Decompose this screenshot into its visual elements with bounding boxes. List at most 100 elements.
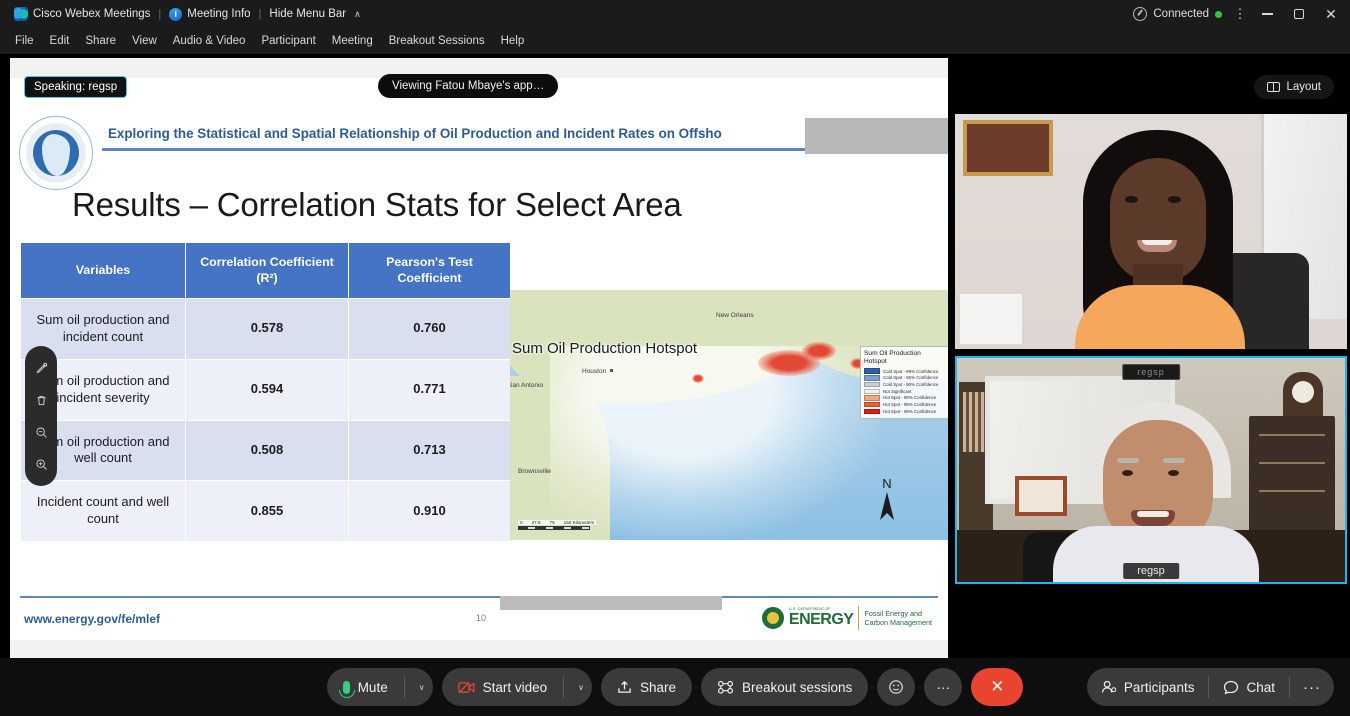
slide-footer-url: www.energy.gov/fe/mlef: [24, 612, 160, 626]
emoji-icon: [888, 679, 904, 695]
mute-button[interactable]: Mute ∨: [327, 668, 433, 706]
presentation-slide: Exploring the Statistical and Spatial Re…: [10, 78, 948, 640]
window-controls: Connected ⋮ ✕: [1133, 1, 1346, 27]
zoom-in-icon[interactable]: [31, 454, 51, 474]
legend-swatch: [864, 389, 880, 395]
video-divider: [563, 676, 564, 698]
slide-banner-title: Exploring the Statistical and Spatial Re…: [108, 126, 868, 141]
table-cell-pearson: 0.713: [349, 420, 511, 481]
legend-swatch: [864, 368, 880, 374]
shared-content-stage[interactable]: Exploring the Statistical and Spatial Re…: [10, 58, 948, 658]
legend-label: Cold Spot - 95% Confidence: [883, 375, 938, 380]
map-hotspot-cluster: [692, 374, 704, 383]
participants-icon: [1101, 680, 1117, 694]
video-background: [957, 358, 1345, 582]
mute-label: Mute: [358, 680, 388, 695]
legend-entry: Hot Spot - 95% Confidence: [864, 402, 948, 408]
chat-label: Chat: [1246, 680, 1275, 695]
menu-share[interactable]: Share: [77, 31, 124, 51]
menu-meeting[interactable]: Meeting: [324, 31, 381, 51]
menu-audio-video[interactable]: Audio & Video: [165, 31, 254, 51]
annotate-icon[interactable]: [31, 358, 51, 378]
map-legend-title: Sum Oil ProductionHotspot: [864, 350, 948, 366]
viewing-indicator: Viewing Fatou Mbaye's app…: [378, 74, 558, 98]
video-chevron-down-icon[interactable]: ∨: [578, 683, 584, 692]
annotation-tool-rail[interactable]: [25, 346, 57, 486]
table-header-row: Variables Correlation Coefficient (R²) P…: [21, 243, 511, 299]
table-row: Incident count and well count 0.855 0.91…: [21, 481, 511, 542]
primary-controls: Mute ∨ Start video ∨ Share: [327, 668, 1024, 706]
share-button[interactable]: Share: [601, 668, 692, 706]
legend-entry: Cold Spot - 95% Confidence: [864, 375, 948, 381]
map-city-label: San Antonio: [510, 382, 543, 389]
connection-status[interactable]: Connected: [1133, 7, 1222, 21]
slide-heading: Results – Correlation Stats for Select A…: [72, 186, 892, 224]
menu-view[interactable]: View: [124, 31, 165, 51]
meeting-info-button[interactable]: i Meeting Info: [163, 3, 256, 25]
window-more-button[interactable]: ⋮: [1230, 1, 1250, 27]
doe-seal-icon: [762, 607, 784, 629]
menu-file[interactable]: File: [7, 31, 42, 51]
secondary-controls: Participants Chat ···: [1087, 668, 1334, 706]
minimize-button[interactable]: [1252, 1, 1282, 27]
video-tile-active-speaker[interactable]: regsp regsp: [955, 356, 1347, 584]
menu-breakout-sessions[interactable]: Breakout Sessions: [381, 31, 493, 51]
table-row: Sum oil production and well count 0.508 …: [21, 420, 511, 481]
legend-swatch: [864, 402, 880, 408]
chevron-up-icon: ∧: [354, 9, 361, 20]
mute-divider: [404, 676, 405, 698]
meeting-info-label: Meeting Info: [187, 8, 250, 20]
breakout-sessions-button[interactable]: Breakout sessions: [701, 668, 868, 706]
app-title: Cisco Webex Meetings: [8, 3, 156, 25]
hide-menu-bar-label: Hide Menu Bar: [269, 8, 346, 20]
correlation-stats-table: Variables Correlation Coefficient (R²) P…: [20, 242, 511, 542]
video-tile-participant[interactable]: [955, 114, 1347, 349]
north-arrow-icon: [878, 491, 896, 521]
map-title: Sum Oil Production Hotspot: [512, 340, 697, 357]
north-label: N: [878, 476, 896, 491]
more-options-button[interactable]: ···: [924, 668, 962, 706]
trash-icon[interactable]: [31, 390, 51, 410]
menu-edit[interactable]: Edit: [42, 31, 78, 51]
reactions-button[interactable]: [877, 668, 915, 706]
doe-energy-wordmark: U.S. DEPARTMENT OF ENERGY: [789, 608, 854, 628]
render-artifact: [500, 596, 722, 610]
map-city-label: New Orleans: [716, 312, 754, 319]
mute-chevron-down-icon[interactable]: ∨: [419, 683, 425, 692]
table-cell-r2: 0.594: [186, 359, 349, 420]
participants-button[interactable]: Participants: [1087, 680, 1209, 695]
legend-label: Hot Spot - 95% Confidence: [883, 402, 936, 407]
window-title-bar: Cisco Webex Meetings | i Meeting Info | …: [0, 0, 1350, 28]
legend-swatch: [864, 395, 880, 401]
end-meeting-button[interactable]: ✕: [971, 668, 1023, 706]
chat-icon: [1223, 680, 1239, 695]
chat-button[interactable]: Chat: [1209, 680, 1289, 695]
right-more-button[interactable]: ···: [1290, 679, 1334, 696]
slide-footer-divider: [20, 596, 938, 599]
slide-page-number: 10: [476, 613, 486, 623]
legend-entry: Hot Spot - 99% Confidence: [864, 409, 948, 415]
legend-entry: Not Significant: [864, 389, 948, 395]
legend-swatch: [864, 409, 880, 415]
legend-swatch: [864, 375, 880, 381]
close-button[interactable]: ✕: [1316, 1, 1346, 27]
table-header-pearson-coefficient: Pearson's Test Coefficient: [349, 243, 511, 299]
hide-menu-bar-button[interactable]: Hide Menu Bar ∧: [263, 3, 366, 25]
participant-mouth: [1137, 240, 1177, 252]
scalebar-label: 75: [550, 520, 555, 525]
menu-help[interactable]: Help: [493, 31, 533, 51]
layout-button[interactable]: Layout: [1254, 75, 1334, 99]
menu-bar: File Edit Share View Audio & Video Parti…: [0, 28, 1350, 54]
menu-participant[interactable]: Participant: [253, 31, 323, 51]
title-separator-1: |: [156, 8, 163, 20]
zoom-out-icon[interactable]: [31, 422, 51, 442]
table-cell-pearson: 0.760: [349, 299, 511, 360]
scalebar-label: 150 Kilometers: [564, 520, 595, 525]
doe-office-name: Fossil Energy andCarbon Management: [864, 609, 932, 627]
hotspot-map: Sum Oil Production Hotspot Houston San A…: [510, 290, 948, 540]
map-hotspot-cluster: [802, 342, 836, 360]
table-cell-r2: 0.578: [186, 299, 349, 360]
start-video-button[interactable]: Start video ∨: [442, 668, 592, 706]
legend-entry: Cold Spot - 90% Confidence: [864, 382, 948, 388]
maximize-button[interactable]: [1284, 1, 1314, 27]
